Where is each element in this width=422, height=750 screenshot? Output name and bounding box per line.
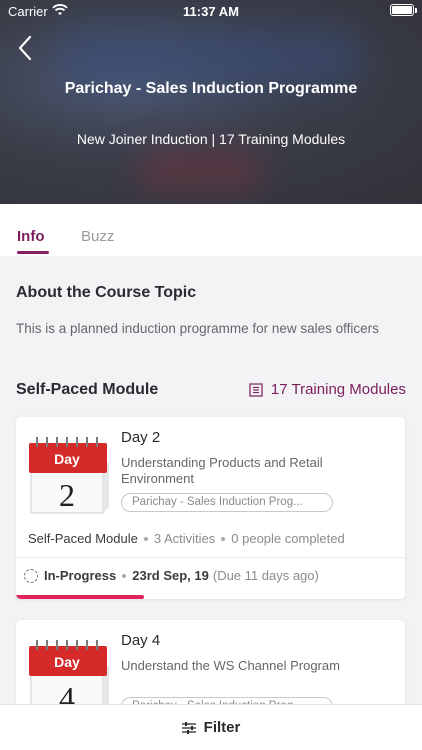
calendar-number: 2 (59, 477, 75, 513)
status-bar: Carrier 11:37 AM (0, 0, 422, 22)
clock: 11:37 AM (183, 4, 239, 19)
filter-button[interactable]: Filter (0, 704, 422, 750)
card-divider (16, 557, 405, 558)
progress-row: In-Progress 23rd Sep, 19 (Due 11 days ag… (24, 568, 319, 583)
activities-count: 3 Activities (153, 531, 216, 546)
active-tab-indicator (17, 251, 49, 254)
training-modules-link[interactable]: 17 Training Modules (249, 381, 406, 398)
course-subtitle: New Joiner Induction | 17 Training Modul… (76, 131, 346, 147)
hero-overlay (0, 0, 422, 204)
module-description: Understand the WS Channel Program (121, 658, 340, 673)
training-modules-count: 17 Training Modules (270, 381, 406, 398)
calendar-icon: Day 2 (29, 437, 109, 514)
course-title: Parichay - Sales Induction Programme (64, 80, 358, 97)
status-label: In-Progress (44, 568, 117, 583)
completion-count: 0 people completed (231, 531, 345, 546)
progress-bar (16, 595, 145, 599)
course-hero: Carrier 11:37 AM Parichay - Sales Induct… (0, 0, 422, 204)
in-progress-icon (24, 568, 38, 583)
filter-label: Filter (203, 719, 241, 736)
filter-sliders-icon (181, 721, 196, 734)
module-date: 23rd Sep, 19 (132, 568, 209, 583)
module-title: Day 4 (121, 632, 161, 649)
about-heading: About the Course Topic (16, 284, 197, 301)
tab-bar: Info Buzz (0, 204, 422, 256)
module-description: Understanding Products and Retail Enviro… (121, 455, 323, 486)
course-chip: Parichay - Sales Induction Prog... (121, 493, 333, 512)
back-arrow-icon[interactable] (14, 34, 36, 62)
about-description: This is a planned induction programme fo… (16, 321, 379, 336)
calendar-label: Day (54, 451, 80, 467)
module-meta: Self-Paced Module 3 Activities 0 people co… (28, 531, 345, 546)
tab-buzz[interactable]: Buzz (81, 228, 114, 245)
due-label: (Due 11 days ago) (212, 568, 319, 583)
tab-info[interactable]: Info (17, 228, 45, 245)
module-title: Day 2 (121, 429, 161, 446)
list-icon (249, 382, 263, 397)
battery-icon (390, 4, 417, 16)
calendar-label: Day (54, 654, 80, 670)
module-card[interactable]: Day 2 Day 2 Understanding Products and R… (16, 417, 405, 599)
modules-heading: Self-Paced Module (16, 381, 159, 398)
module-type: Self-Paced Module (28, 531, 138, 546)
